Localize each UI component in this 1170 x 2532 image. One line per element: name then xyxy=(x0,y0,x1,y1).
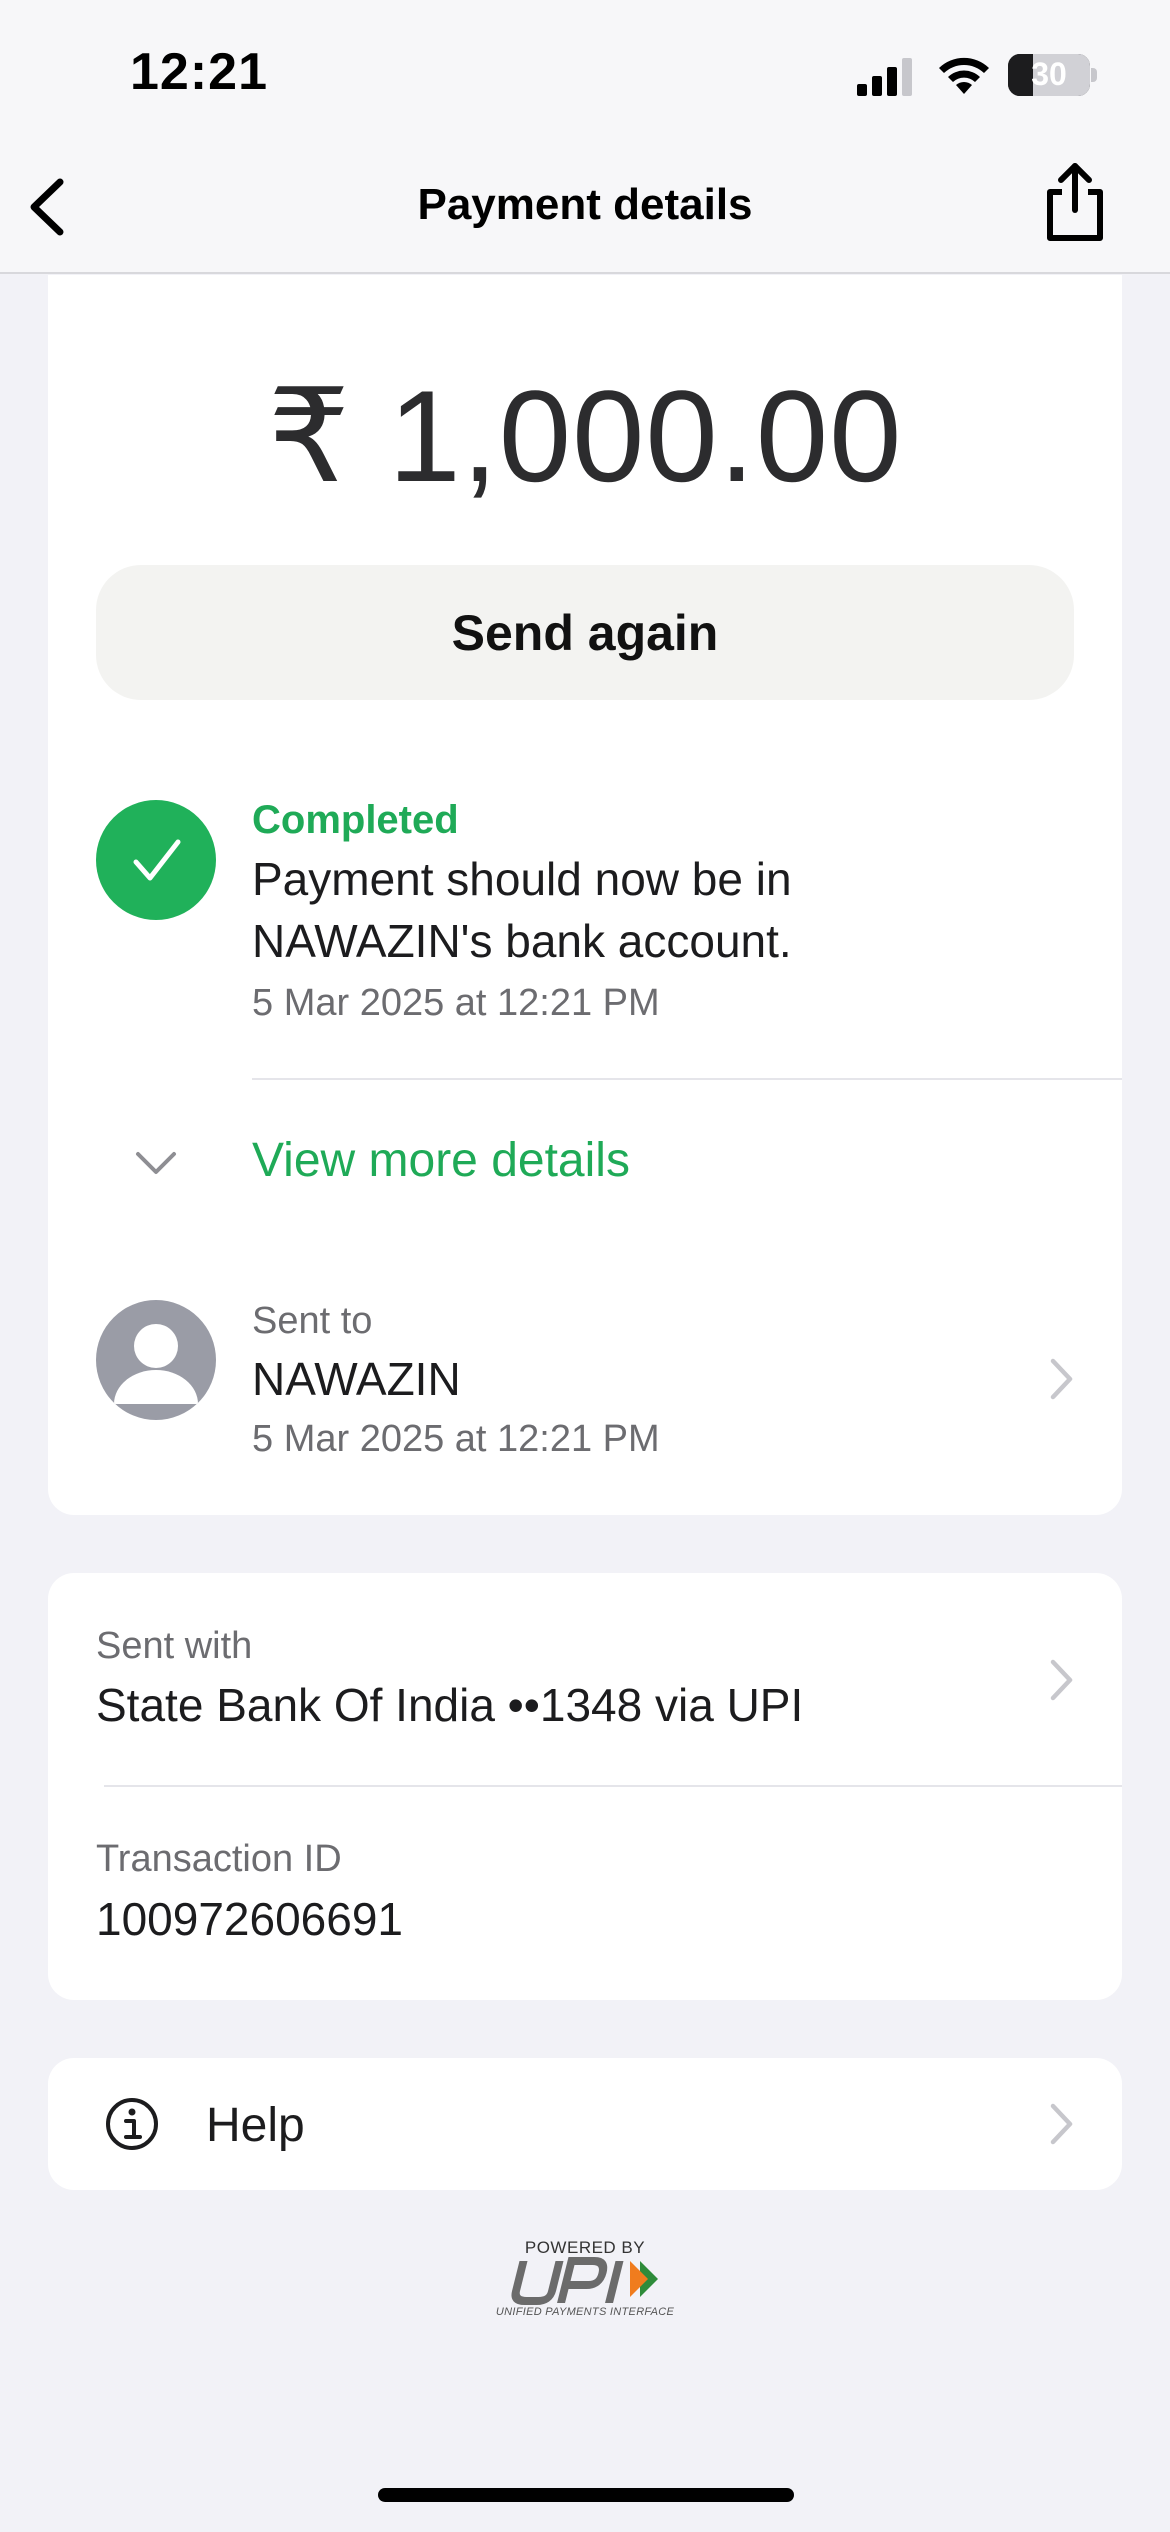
divider xyxy=(104,1785,1122,1787)
recipient-name[interactable]: NAWAZIN xyxy=(252,1352,461,1406)
avatar-icon[interactable] xyxy=(96,1300,216,1420)
payment-amount: ₹ 1,000.00 xyxy=(267,363,903,509)
page-title: Payment details xyxy=(417,180,753,229)
chevron-right-icon[interactable] xyxy=(1046,1355,1076,1403)
info-icon xyxy=(106,2098,158,2150)
wifi-icon xyxy=(939,57,989,94)
upi-tagline: UNIFIED PAYMENTS INTERFACE xyxy=(495,2306,675,2318)
battery-percent: 30 xyxy=(1031,56,1067,92)
checkmark-icon xyxy=(96,800,216,920)
recipient-date: 5 Mar 2025 at 12:21 PM xyxy=(252,1418,660,1460)
cellular-signal-icon xyxy=(857,58,912,96)
status-message-line1: Payment should now be in xyxy=(252,853,792,905)
transaction-id-value: 100972606691 xyxy=(96,1893,403,1945)
home-indicator[interactable] xyxy=(378,2488,794,2502)
battery-cap xyxy=(1091,68,1097,82)
sent-with-label: Sent with xyxy=(96,1625,253,1667)
battery-icon: 30 xyxy=(1008,54,1090,96)
transaction-id-label: Transaction ID xyxy=(96,1838,342,1880)
view-more-details-link[interactable]: View more details xyxy=(252,1133,630,1188)
status-message-line2: NAWAZIN's bank account. xyxy=(252,915,792,967)
checkmark-glyph xyxy=(133,839,181,881)
person-silhouette-icon xyxy=(114,1324,198,1404)
help-label[interactable]: Help xyxy=(206,2098,305,2153)
sent-to-label: Sent to xyxy=(252,1300,373,1342)
send-again-button[interactable]: Send again xyxy=(96,565,1074,700)
status-time: 12:21 xyxy=(130,43,268,101)
chevron-right-icon[interactable] xyxy=(1046,1656,1076,1704)
bank-account[interactable]: State Bank Of India ••1348 via UPI xyxy=(96,1678,803,1732)
chevron-right-icon[interactable] xyxy=(1046,2100,1076,2148)
payment-date: 5 Mar 2025 at 12:21 PM xyxy=(252,982,660,1024)
share-icon[interactable] xyxy=(1040,160,1110,244)
chevron-down-icon[interactable] xyxy=(132,1148,180,1178)
status-badge: Completed xyxy=(252,798,459,842)
divider xyxy=(252,1078,1122,1080)
